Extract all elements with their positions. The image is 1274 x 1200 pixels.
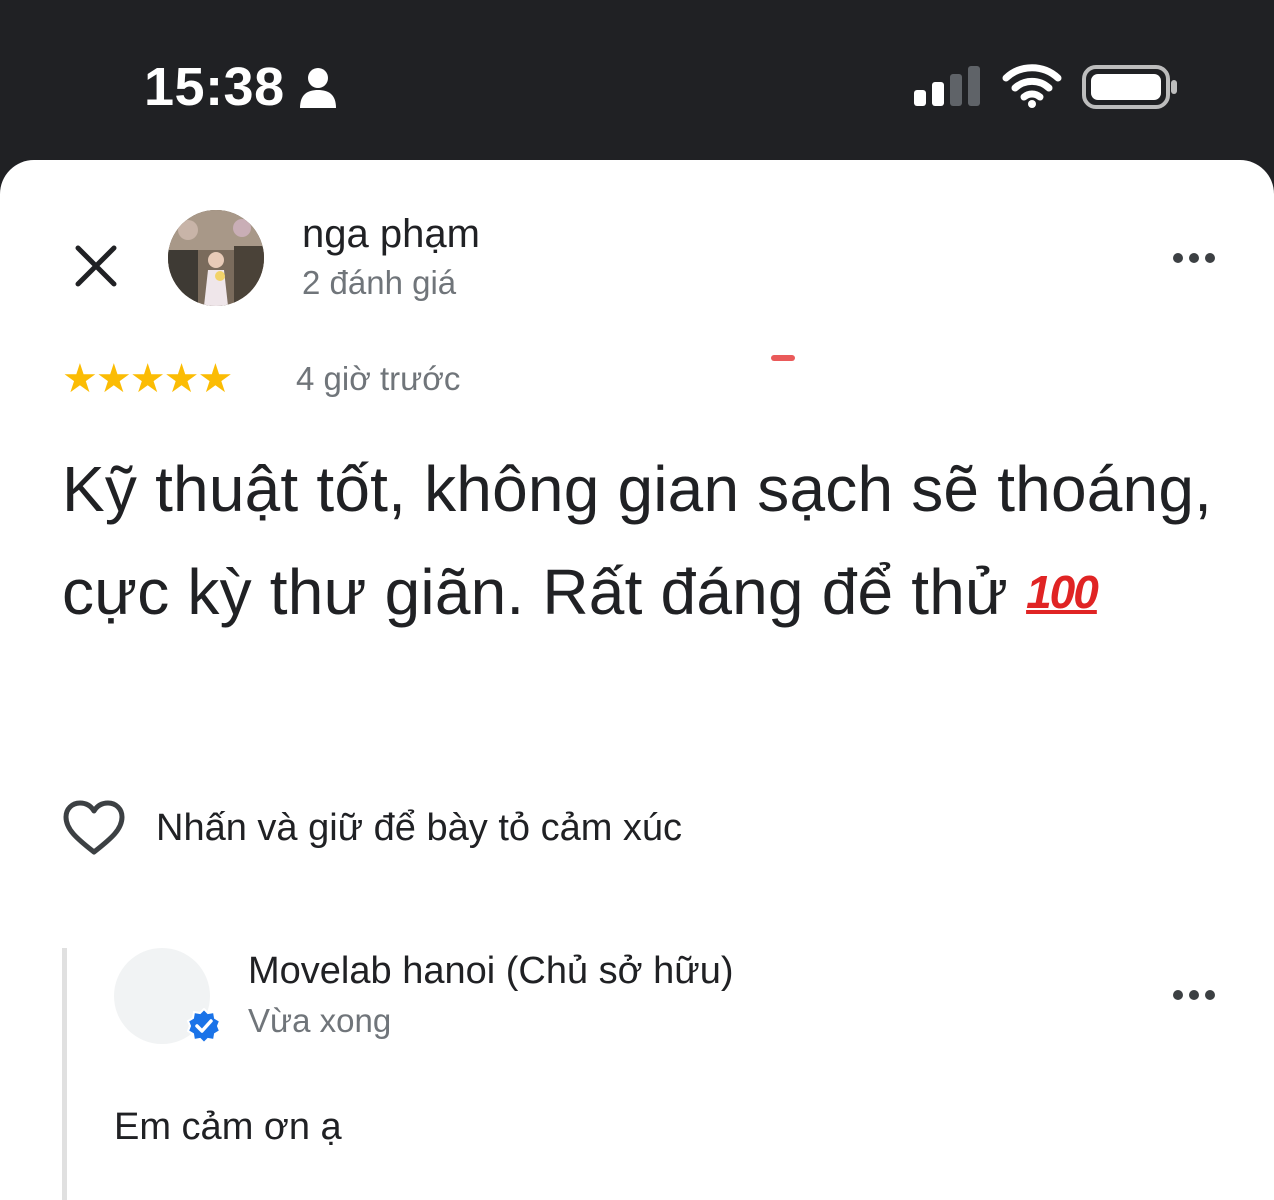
person-icon (300, 68, 336, 108)
owner-reply-text: Em cảm ơn ạ (114, 1106, 342, 1148)
owner-reply-time: Vừa xong (248, 1002, 392, 1039)
review-time: 4 giờ trước (296, 360, 461, 397)
star-rating: ★★★★★ (62, 356, 233, 402)
red-mark (771, 355, 795, 361)
more-dot (1189, 990, 1199, 1000)
more-dot (1205, 253, 1215, 263)
react-label: Nhấn và giữ để bày tỏ cảm xúc (156, 806, 683, 849)
reviewer-photo (168, 210, 264, 306)
status-time: 15:38 (144, 57, 285, 117)
status-bar: 15:38 (0, 0, 1274, 160)
battery-icon (1082, 65, 1177, 109)
verified-badge-icon (186, 1008, 222, 1044)
more-dot (1205, 990, 1215, 1000)
wifi-icon (1002, 64, 1062, 108)
more-dot (1173, 253, 1183, 263)
close-button[interactable] (60, 230, 132, 302)
owner-name: Movelab hanoi (Chủ sở hữu) (248, 950, 734, 992)
close-icon (75, 245, 117, 287)
reply-divider (62, 948, 67, 1200)
reply-more-options-button[interactable] (1164, 975, 1224, 1015)
review-count: 2 đánh giá (302, 264, 457, 301)
review-text: Kỹ thuật tốt, không gian sạch sẽ thoáng,… (62, 438, 1232, 644)
react-row[interactable]: Nhấn và giữ để bày tỏ cảm xúc (62, 796, 682, 860)
review-sheet: nga phạm 2 đánh giá ★★★★★ 4 giờ trước Kỹ… (0, 160, 1274, 1200)
hundred-points-emoji: 100 (1026, 566, 1099, 618)
heart-icon[interactable] (62, 798, 126, 858)
more-dot (1189, 253, 1199, 263)
more-options-button[interactable] (1164, 238, 1224, 278)
reviewer-name[interactable]: nga phạm (302, 212, 480, 257)
reviewer-avatar[interactable] (168, 210, 264, 306)
more-dot (1173, 990, 1183, 1000)
signal-icon (914, 66, 980, 106)
